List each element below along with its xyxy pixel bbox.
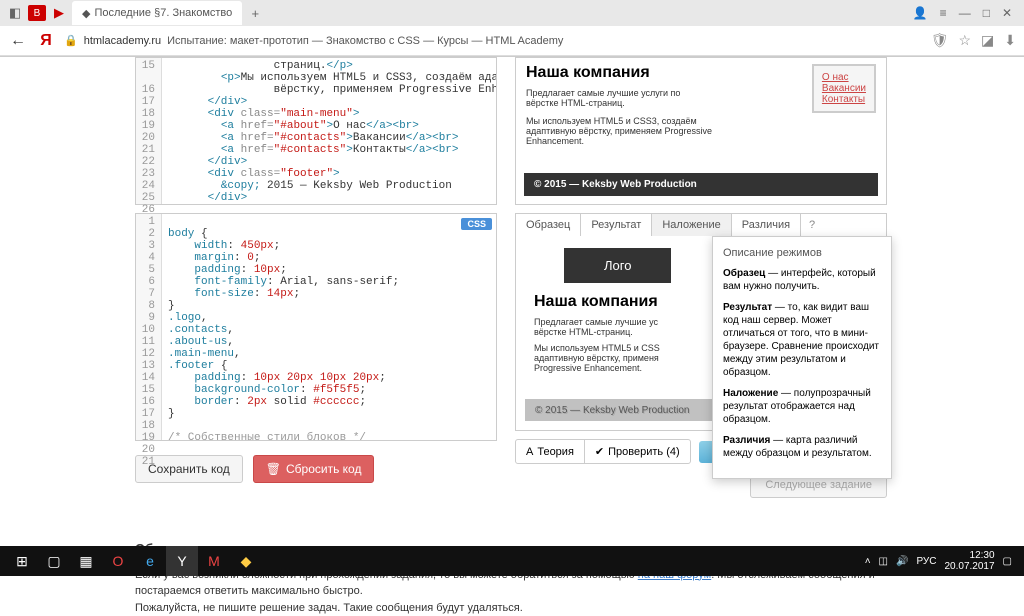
browser-chrome: ◧ B ▶ ◆ Последние §7. Знакомство + 👤 ≡ —… (0, 0, 1024, 57)
task-view-icon[interactable]: ▢ (38, 546, 70, 576)
start-button[interactable]: ⊞ (6, 546, 38, 576)
tab-favicon: ◆ (82, 7, 90, 20)
pv1-footer: © 2015 — Keksby Web Production (524, 173, 878, 196)
window-minimize[interactable]: — (959, 6, 971, 20)
mode-tabs: Образец Результат Наложение Различия ? (515, 213, 887, 236)
tt-r3b: Наложение (723, 388, 778, 399)
app-tab-1[interactable]: ◧ (4, 2, 26, 24)
tt-r1b: Образец (723, 268, 765, 279)
comments-p2: Пожалуйста, не пишите решение задач. Так… (135, 600, 889, 616)
tray-date: 20.07.2017 (944, 561, 994, 572)
tab-help[interactable]: ? (801, 214, 823, 236)
tray-notif-icon[interactable]: ▢ (1003, 556, 1012, 567)
tab-bar: ◧ B ▶ ◆ Последние §7. Знакомство + 👤 ≡ —… (0, 0, 1024, 26)
font-icon: A (526, 446, 533, 458)
pv2-footer-text: © 2015 — Keksby Web Production (535, 405, 690, 416)
right-column: Наша компания Предлагает самые лучшие ус… (515, 57, 887, 527)
reset-button[interactable]: 🗑 Сбросить код (253, 455, 375, 483)
star-icon[interactable]: ☆ (958, 32, 971, 49)
reset-label: Сбросить код (286, 462, 361, 476)
task-icon-1[interactable]: ▦ (70, 546, 102, 576)
pv1-link-vacancies[interactable]: Вакансии (822, 83, 866, 94)
ext-icon-1[interactable]: ◪ (981, 32, 994, 49)
tt-r2b: Результат (723, 302, 772, 313)
css-code[interactable]: body { width: 450px; margin: 0; padding:… (162, 214, 496, 440)
pv1-link-about[interactable]: О нас (822, 72, 866, 83)
tray-vol-icon[interactable]: 🔊 (896, 556, 908, 567)
lock-icon: 🔒 (64, 34, 78, 47)
url-title: Испытание: макет-прототип — Знакомство с… (167, 35, 563, 47)
main-content: 15 1617181920212223242526 страниц.</p> <… (0, 57, 1024, 527)
left-column: 15 1617181920212223242526 страниц.</p> <… (135, 57, 497, 527)
tab-overlay[interactable]: Наложение (652, 214, 731, 236)
tray-clock[interactable]: 12:30 20.07.2017 (944, 550, 994, 572)
system-tray: ˄ ◫ 🔊 РУС 12:30 20.07.2017 ▢ (865, 550, 1018, 572)
window-maximize[interactable]: □ (983, 6, 990, 20)
browser-tab-active[interactable]: ◆ Последние §7. Знакомство (72, 1, 242, 25)
preview-top: Наша компания Предлагает самые лучшие ус… (515, 57, 887, 205)
task-icon-5[interactable]: ◆ (230, 546, 262, 576)
window-close[interactable]: ✕ (1002, 6, 1012, 20)
trash-icon: 🗑 (266, 462, 281, 476)
app-tab-2[interactable]: B (28, 5, 46, 21)
taskbar: ⊞ ▢ ▦ O e Y M ◆ ˄ ◫ 🔊 РУС 12:30 20.07.20… (0, 546, 1024, 576)
modes-tooltip: Описание режимов Образец — интерфейс, ко… (712, 236, 892, 479)
theory-button[interactable]: A Теория (516, 440, 584, 463)
app-tab-3[interactable]: ▶ (48, 2, 70, 24)
pv1-sidebar: О нас Вакансии Контакты (812, 64, 876, 113)
opera-icon[interactable]: O (102, 546, 134, 576)
new-tab-button[interactable]: + (244, 2, 266, 24)
pv1-link-contacts[interactable]: Контакты (822, 94, 866, 105)
html-code[interactable]: страниц.</p> <p>Мы используем HTML5 и CS… (162, 58, 496, 204)
tooltip-title: Описание режимов (723, 247, 881, 259)
pv1-p1: Предлагает самые лучшие услуги по вёрстк… (526, 86, 696, 110)
yandex-button[interactable]: Я (36, 32, 56, 50)
edge-icon[interactable]: e (134, 546, 166, 576)
tab-diff[interactable]: Различия (732, 214, 801, 236)
check-label: Проверить (4) (608, 446, 680, 458)
download-icon[interactable]: ⬇ (1004, 32, 1016, 49)
yandex-icon[interactable]: Y (166, 546, 198, 576)
tray-up-icon[interactable]: ˄ (865, 556, 871, 567)
pv2-logo: Лого (564, 248, 671, 283)
tt-r2: — то, как видит ваш код наш сервер. Може… (723, 302, 879, 378)
tray-lang[interactable]: РУС (916, 556, 936, 567)
html-gutter: 15 1617181920212223242526 (136, 58, 162, 204)
tray-time: 12:30 (944, 550, 994, 561)
nav-bar: ← Я 🔒 htmlacademy.ru Испытание: макет-пр… (0, 26, 1024, 56)
shield-icon[interactable]: 🛡 (931, 32, 949, 49)
pv1-p2: Мы используем HTML5 и CSS3, создаём адап… (526, 110, 716, 152)
check-button-group: A Теория ✔ Проверить (4) (515, 439, 691, 464)
url-bar[interactable]: 🔒 htmlacademy.ru Испытание: макет-протот… (64, 34, 923, 47)
url-domain: htmlacademy.ru (84, 35, 161, 47)
css-gutter: 123456789101112131415161718192021 (136, 214, 162, 440)
css-badge: CSS (461, 218, 492, 230)
tab-sample[interactable]: Образец (516, 214, 581, 236)
theory-label: Теория (537, 446, 574, 458)
menu-icon[interactable]: ≡ (940, 6, 947, 20)
check-button[interactable]: ✔ Проверить (4) (584, 440, 690, 463)
check-icon: ✔ (595, 445, 604, 458)
html-editor[interactable]: 15 1617181920212223242526 страниц.</p> <… (135, 57, 497, 205)
preview-bottom: Лого Наша компания Предлагает самые лучш… (515, 236, 887, 431)
mcafee-icon[interactable]: M (198, 546, 230, 576)
css-editor[interactable]: CSS 123456789101112131415161718192021 bo… (135, 213, 497, 441)
tray-net-icon[interactable]: ◫ (879, 556, 888, 567)
back-button[interactable]: ← (8, 32, 28, 50)
settings-icon[interactable]: 👤 (913, 6, 928, 20)
editor-buttons: Сохранить код 🗑 Сбросить код (135, 455, 497, 483)
tt-r4b: Различия (723, 435, 770, 446)
tab-title: Последние §7. Знакомство (94, 7, 232, 19)
tab-result[interactable]: Результат (581, 214, 652, 236)
